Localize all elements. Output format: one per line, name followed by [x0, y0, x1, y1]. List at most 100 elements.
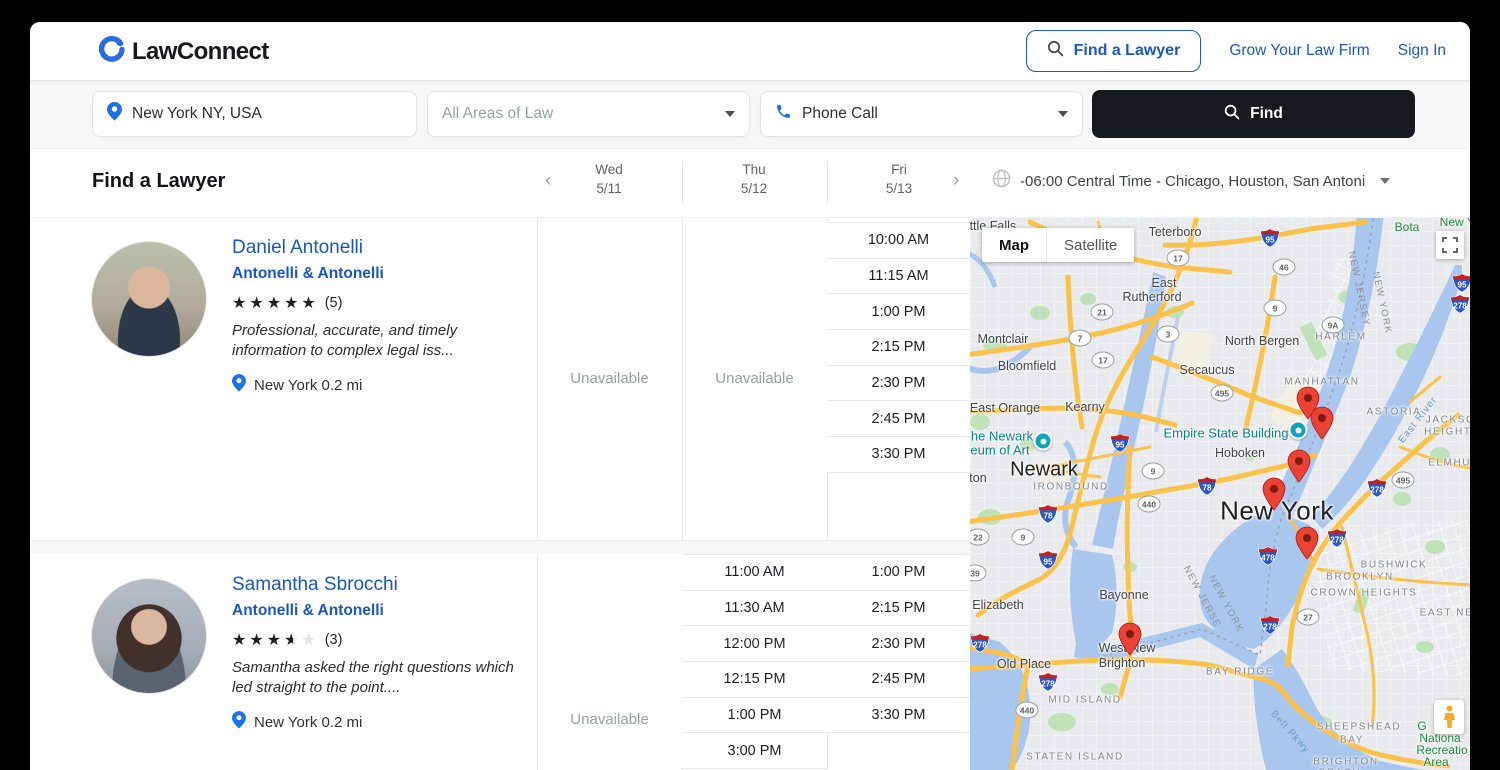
route-shield: 440	[1016, 702, 1039, 719]
time-slot-button[interactable]: 2:15 PM	[827, 591, 970, 627]
lawyer-row-samantha-sbrocchi: Samantha Sbrocchi Antonelli & Antonelli …	[30, 554, 970, 770]
contact-method-select[interactable]: Phone Call	[760, 91, 1083, 137]
lawyer-firm-link[interactable]: Antonelli & Antonelli	[232, 602, 532, 620]
location-pin-icon	[232, 374, 246, 396]
sign-in-link[interactable]: Sign In	[1398, 42, 1446, 60]
time-slot-button[interactable]: 10:00 AM	[827, 223, 970, 259]
time-slot-button[interactable]: 3:00 PM	[682, 733, 827, 769]
find-a-lawyer-label: Find a Lawyer	[1074, 42, 1181, 60]
star-icon: ★	[267, 293, 284, 313]
route-shield: 78	[1198, 477, 1217, 496]
map-pin-icon[interactable]	[1118, 622, 1142, 661]
route-shield: 9	[1142, 463, 1165, 480]
star-icon: ★	[284, 293, 301, 313]
svg-text:95: 95	[1116, 440, 1125, 449]
star-icon: ★	[267, 630, 284, 650]
time-slot-button[interactable]: 2:15 PM	[827, 330, 970, 366]
map-panel[interactable]: Little FallsTeterboroEastRutherfordMontc…	[970, 217, 1470, 770]
time-slot-button[interactable]: 11:00 AM	[682, 555, 827, 591]
lawyer-name-link[interactable]: Daniel Antonelli	[232, 237, 532, 259]
lawyer-name-link[interactable]: Samantha Sbrocchi	[232, 574, 532, 596]
time-slot-button[interactable]: 2:45 PM	[827, 401, 970, 437]
time-slot-button[interactable]: 1:00 PM	[827, 294, 970, 330]
time-slot-button[interactable]: 1:00 PM	[827, 555, 970, 591]
time-slot-button[interactable]: 2:45 PM	[827, 662, 970, 698]
next-days-button[interactable]: ›	[953, 170, 959, 192]
location-value: New York NY, USA	[132, 105, 262, 123]
time-slot-button[interactable]: 12:15 PM	[682, 662, 827, 698]
route-shield: 440	[1138, 496, 1161, 513]
timezone-select[interactable]: -06:00 Central Time - Chicago, Houston, …	[992, 169, 1390, 193]
map-label: MID ISLAND	[1048, 695, 1121, 706]
map-pin-icon[interactable]	[1295, 526, 1319, 565]
svg-text:78: 78	[1044, 511, 1053, 520]
availability-wed: Unavailable	[537, 217, 682, 540]
star-icon: ★	[249, 630, 266, 650]
lawyer-firm-link[interactable]: Antonelli & Antonelli	[232, 265, 532, 283]
map-label: Kearny	[1065, 400, 1105, 414]
route-shield: 495	[1211, 385, 1234, 402]
find-button-label: Find	[1250, 105, 1283, 123]
map-label: BROOKLYN	[1326, 572, 1394, 583]
time-slot-button[interactable]: 11:15 AM	[827, 259, 970, 295]
route-shield: 495	[1392, 472, 1415, 489]
timezone-value: -06:00 Central Time - Chicago, Houston, …	[1020, 173, 1365, 190]
brand-logo[interactable]: LawConnect	[98, 36, 269, 68]
map-view-button[interactable]: Map	[982, 228, 1046, 262]
search-icon	[1224, 104, 1240, 125]
map-overlay: Little FallsTeterboroEastRutherfordMontc…	[970, 217, 1470, 770]
prev-days-button[interactable]: ‹	[545, 170, 551, 192]
map-label: Bloomfield	[998, 359, 1056, 373]
lawyer-avatar[interactable]	[91, 578, 207, 694]
map-pin-icon[interactable]	[1310, 406, 1334, 445]
time-slot-button[interactable]: 2:30 PM	[827, 366, 970, 402]
day-header-thu: Thu5/12	[699, 160, 809, 198]
route-shield: 9	[1012, 529, 1035, 546]
find-a-lawyer-nav-button[interactable]: Find a Lawyer	[1026, 30, 1202, 72]
contact-method-value: Phone Call	[802, 105, 878, 123]
phone-icon	[775, 103, 792, 125]
availability-fri: 1:00 PM2:15 PM2:30 PM2:45 PM3:30 PM	[827, 554, 970, 770]
find-button[interactable]: Find	[1092, 90, 1415, 138]
time-slot-button[interactable]: 3:30 PM	[827, 698, 970, 734]
lawconnect-page: LawConnect Find a Lawyer Grow Your Law F…	[30, 22, 1470, 770]
chevron-down-icon	[1380, 178, 1390, 184]
map-label: BAY RIDGE	[1206, 667, 1274, 678]
svg-text:95: 95	[1044, 557, 1053, 566]
location-input[interactable]: New York NY, USA	[92, 91, 417, 137]
lawyer-avatar[interactable]	[91, 241, 207, 357]
stage: LawConnect Find a Lawyer Grow Your Law F…	[0, 0, 1500, 770]
map-label: Hoboken	[1215, 446, 1265, 460]
time-slot-button[interactable]: 3:30 PM	[827, 437, 970, 473]
area-of-law-select[interactable]: All Areas of Law	[427, 91, 750, 137]
map-pin-icon[interactable]	[1262, 477, 1286, 516]
map-label: NEW JERSEY	[1346, 250, 1373, 327]
rating-stars: ★★★★★(5)	[232, 293, 532, 313]
time-slot-button[interactable]: 11:30 AM	[682, 591, 827, 627]
poi-marker-icon[interactable]	[1034, 432, 1053, 451]
availability-thu: Unavailable	[682, 217, 827, 540]
lawyer-profile: Daniel Antonelli Antonelli & Antonelli ★…	[232, 237, 532, 396]
unavailable-label: Unavailable	[537, 554, 682, 770]
map-pin-icon[interactable]	[1287, 449, 1311, 488]
area-of-law-value: All Areas of Law	[442, 105, 553, 123]
time-slot-button[interactable]: 12:00 PM	[682, 626, 827, 662]
lawyer-location: New York 0.2 mi	[232, 711, 532, 733]
map-label: Old Place	[997, 657, 1051, 671]
svg-text:95: 95	[1266, 235, 1275, 244]
location-text: New York 0.2 mi	[254, 377, 362, 394]
star-icon: ★	[301, 293, 318, 313]
grow-your-law-firm-link[interactable]: Grow Your Law Firm	[1229, 42, 1369, 60]
map-label: Newark	[1010, 459, 1078, 482]
map-label: SHEEPSHEAD	[1317, 722, 1401, 733]
route-shield: 9A	[1322, 317, 1345, 334]
location-text: New York 0.2 mi	[254, 714, 362, 731]
svg-text:278: 278	[1370, 485, 1384, 494]
pegman-control[interactable]	[1434, 700, 1464, 734]
map-label: ton	[970, 471, 987, 485]
time-slot-button[interactable]: 1:00 PM	[682, 698, 827, 734]
time-slot-button[interactable]: 2:30 PM	[827, 626, 970, 662]
fullscreen-button[interactable]	[1436, 231, 1464, 259]
satellite-view-button[interactable]: Satellite	[1046, 228, 1134, 262]
svg-text:278: 278	[1453, 301, 1467, 310]
